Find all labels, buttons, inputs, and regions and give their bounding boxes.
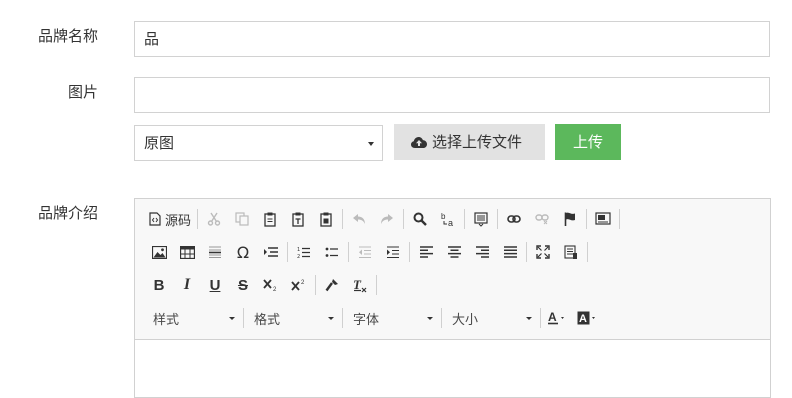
text-color-icon[interactable]: A <box>543 305 573 331</box>
background-color-icon[interactable]: A <box>573 305 603 331</box>
svg-text:a: a <box>448 218 453 227</box>
copy-format-icon[interactable] <box>318 272 346 298</box>
find-icon[interactable] <box>406 206 434 232</box>
source-label: 源码 <box>165 213 192 229</box>
indent-icon[interactable] <box>379 239 407 265</box>
toolbar-separator <box>409 242 410 262</box>
copy-icon[interactable] <box>228 206 256 232</box>
paste-icon[interactable] <box>256 206 284 232</box>
unlink-icon[interactable] <box>528 206 556 232</box>
strikethrough-button[interactable]: S <box>229 272 257 298</box>
format-combo-label: 格式 <box>254 312 281 328</box>
font-combo[interactable]: 字体 <box>345 305 439 331</box>
source-icon <box>149 212 161 226</box>
toolbar-separator <box>287 242 288 262</box>
toolbar-separator <box>348 242 349 262</box>
styles-combo-label: 样式 <box>153 312 180 328</box>
cut-icon[interactable] <box>200 206 228 232</box>
underline-button[interactable]: U <box>201 272 229 298</box>
toolbar-separator <box>540 308 541 328</box>
choose-file-button[interactable]: 选择上传文件 <box>394 124 545 160</box>
brand-name-label: 品牌名称 <box>37 27 98 45</box>
svg-text:b: b <box>441 212 446 221</box>
image-size-select-value: 原图 <box>144 134 175 152</box>
editor-content-area[interactable] <box>135 340 770 397</box>
toolbar-separator <box>376 275 377 295</box>
align-center-icon[interactable] <box>440 239 468 265</box>
svg-text:A: A <box>579 313 587 325</box>
format-combo[interactable]: 格式 <box>246 305 340 331</box>
image-size-select[interactable]: 原图 <box>134 125 383 161</box>
chevron-down-icon <box>328 316 334 320</box>
chevron-down-icon <box>427 316 433 320</box>
image-icon[interactable] <box>145 239 173 265</box>
toolbar-separator <box>619 209 621 229</box>
outdent-icon[interactable] <box>351 239 379 265</box>
templates-icon[interactable] <box>467 206 495 232</box>
toolbar-separator <box>342 308 343 328</box>
numbered-list-icon[interactable]: 12 <box>290 239 318 265</box>
source-button[interactable]: 源码 <box>145 206 195 232</box>
select-caret-icon <box>368 142 374 146</box>
brand-name-input[interactable]: 品 <box>134 21 770 57</box>
svg-text:2: 2 <box>301 280 305 286</box>
redo-icon[interactable] <box>373 206 401 232</box>
remove-format-icon[interactable]: T <box>346 272 374 298</box>
toolbar-separator <box>315 275 316 295</box>
show-blocks-icon[interactable] <box>557 239 585 265</box>
svg-text:2: 2 <box>273 287 277 292</box>
editor-toolbar: 源码 b a Ω 1 2 B I U S 2 2 T 样式 格式 字体 大小 A… <box>135 199 770 340</box>
replace-icon[interactable]: ba <box>434 206 462 232</box>
page-break-icon[interactable] <box>257 239 285 265</box>
toolbar-separator <box>586 209 588 229</box>
align-right-icon[interactable] <box>468 239 496 265</box>
toolbar-separator <box>587 242 588 262</box>
subscript-icon[interactable]: 2 <box>257 272 285 298</box>
svg-text:1: 1 <box>297 247 300 253</box>
omega-glyph: Ω <box>236 242 250 262</box>
bold-button[interactable]: B <box>145 272 173 298</box>
bulleted-list-icon[interactable] <box>318 239 346 265</box>
anchor-flag-icon[interactable] <box>556 206 584 232</box>
cloud-upload-icon <box>411 137 427 148</box>
image-label: 图片 <box>67 83 98 101</box>
special-char-icon[interactable]: Ω <box>229 239 257 265</box>
link-icon[interactable] <box>500 206 528 232</box>
svg-text:T: T <box>353 278 362 292</box>
upload-button[interactable]: 上传 <box>555 124 621 160</box>
image-path-input[interactable] <box>134 77 770 113</box>
superscript-icon[interactable]: 2 <box>285 272 313 298</box>
brand-intro-label: 品牌介绍 <box>37 204 98 222</box>
table-icon[interactable] <box>173 239 201 265</box>
toolbar-separator <box>441 308 442 328</box>
toolbar-separator <box>243 308 244 328</box>
paste-text-icon[interactable] <box>284 206 312 232</box>
horizontal-rule-icon[interactable] <box>201 239 229 265</box>
toolbar-separator <box>342 209 344 229</box>
toolbar-separator <box>197 209 199 229</box>
chevron-down-icon <box>526 316 532 320</box>
font-size-combo-label: 大小 <box>452 312 479 328</box>
svg-text:2: 2 <box>297 254 300 259</box>
toolbar-separator <box>464 209 466 229</box>
align-left-icon[interactable] <box>412 239 440 265</box>
image-manager-icon[interactable] <box>589 206 617 232</box>
undo-icon[interactable] <box>345 206 373 232</box>
maximize-icon[interactable] <box>529 239 557 265</box>
paste-word-icon[interactable] <box>312 206 340 232</box>
toolbar-separator <box>526 242 527 262</box>
font-combo-label: 字体 <box>353 312 380 328</box>
italic-button[interactable]: I <box>173 272 201 298</box>
choose-file-label: 选择上传文件 <box>432 133 523 151</box>
toolbar-separator <box>403 209 405 229</box>
justify-icon[interactable] <box>496 239 524 265</box>
toolbar-separator <box>497 209 499 229</box>
styles-combo[interactable]: 样式 <box>145 305 241 331</box>
font-size-combo[interactable]: 大小 <box>444 305 538 331</box>
svg-text:A: A <box>548 311 557 324</box>
chevron-down-icon <box>229 316 235 320</box>
rich-text-editor: 源码 b a Ω 1 2 B I U S 2 2 T 样式 格式 字体 大小 A… <box>134 198 771 398</box>
